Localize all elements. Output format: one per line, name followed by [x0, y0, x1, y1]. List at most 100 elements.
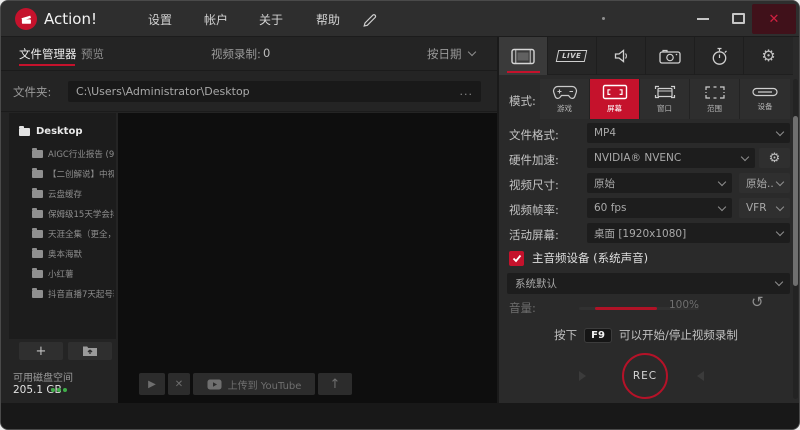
tab-screenshot[interactable]	[646, 37, 695, 75]
video-size-label: 视频尺寸:	[509, 177, 559, 193]
mode-device-button[interactable]: 设备	[740, 79, 790, 119]
mode-window-label: 窗口	[657, 103, 672, 114]
folder-export-icon	[82, 345, 98, 357]
upload-youtube-button[interactable]: 上传到 YouTube	[193, 373, 315, 395]
upload-arrow-icon: ↑	[330, 377, 341, 392]
folder-path-input[interactable]: C:\Users\Administrator\Desktop ...	[68, 81, 481, 102]
volume-label: 音量:	[509, 300, 536, 316]
play-icon: ▶	[148, 379, 156, 390]
tab-video-recording[interactable]	[499, 37, 548, 75]
tree-item-label: 奥本海默	[48, 248, 82, 260]
window-icon	[652, 84, 678, 100]
scrollbar-thumb[interactable]	[793, 116, 798, 286]
tab-audio-recording[interactable]	[597, 37, 646, 75]
mode-screen-button-selected[interactable]: 屏幕	[590, 79, 640, 119]
menu-about[interactable]: 关于	[259, 11, 283, 28]
folder-icon	[32, 250, 43, 258]
titlebar: Action! 设置 帐户 关于 帮助 ✕	[1, 1, 800, 37]
rec-button[interactable]: REC	[622, 353, 668, 399]
tray-dot-icon[interactable]	[602, 17, 605, 20]
setting-row-file-format: 文件格式: MP4	[499, 121, 793, 146]
chevron-down-icon	[718, 202, 726, 210]
folder-path-value: C:\Users\Administrator\Desktop	[76, 85, 250, 98]
tree-item[interactable]: 奥本海默	[32, 248, 114, 260]
disk-space-label: 可用磁盘空间	[13, 369, 73, 384]
pen-icon[interactable]	[361, 10, 378, 31]
video-size-dropdown[interactable]: 原始	[587, 173, 732, 193]
chevron-down-icon	[776, 227, 784, 235]
chevron-down-icon	[775, 278, 783, 286]
folder-tree-panel	[9, 113, 116, 339]
tree-item[interactable]: AIGC行业报告 (9-11)	[32, 148, 114, 160]
add-folder-button[interactable]: +	[19, 342, 63, 360]
file-toolbar: ▶ ✕ 上传到 YouTube ↑	[139, 373, 352, 395]
hw-acceleration-label: 硬件加速:	[509, 152, 559, 168]
mode-region-label: 范围	[707, 103, 722, 114]
tree-item[interactable]: 抖音直播7天起号软件及...	[32, 288, 114, 300]
folder-icon	[32, 270, 43, 278]
file-format-dropdown[interactable]: MP4	[587, 123, 790, 143]
region-icon	[704, 85, 726, 100]
panel-scrollbar[interactable]	[793, 79, 798, 399]
framerate-mode-dropdown[interactable]: VFR	[739, 198, 790, 218]
setting-row-video-size: 视频尺寸: 原始 原始..	[499, 171, 793, 196]
tree-root-desktop[interactable]: Desktop	[19, 126, 83, 137]
folder-icon	[19, 128, 30, 136]
tree-item[interactable]: 小红薯	[32, 268, 114, 280]
audio-device-dropdown[interactable]: 系统默认	[507, 273, 790, 294]
hotkey-key-badge: F9	[584, 328, 612, 343]
live-icon: LIVE	[556, 50, 588, 62]
audio-device-checkbox[interactable]	[509, 251, 524, 266]
sort-by-date-dropdown[interactable]: 按日期	[427, 46, 462, 62]
menu-help[interactable]: 帮助	[316, 11, 340, 28]
play-button[interactable]: ▶	[139, 373, 165, 395]
tree-item-label: 【二创解说】中视频计划冷...	[48, 168, 114, 180]
browse-folder-button[interactable]: ...	[460, 85, 474, 98]
screen-icon	[602, 84, 628, 100]
tab-preview[interactable]: 预览	[81, 46, 104, 62]
close-button[interactable]: ✕	[752, 4, 796, 34]
hotkey-prefix: 按下	[554, 327, 577, 343]
tree-item[interactable]: 【二创解说】中视频计划冷...	[32, 168, 114, 180]
gamepad-icon	[552, 85, 578, 100]
upload-button[interactable]: ↑	[318, 373, 352, 395]
folder-icon	[32, 190, 43, 198]
delete-button[interactable]: ✕	[168, 373, 190, 395]
active-screen-dropdown[interactable]: 桌面 [1920x1080]	[587, 223, 790, 243]
tab-file-manager[interactable]: 文件管理器	[19, 46, 77, 62]
youtube-icon	[207, 379, 222, 390]
volume-reset-button[interactable]: ↺	[751, 293, 764, 311]
chevron-down-icon[interactable]	[468, 48, 476, 56]
video-record-count: 0	[263, 46, 270, 60]
video-size-secondary-dropdown[interactable]: 原始..	[739, 173, 790, 193]
video-size-value: 原始	[594, 176, 615, 191]
tab-benchmark[interactable]	[695, 37, 744, 75]
hw-acceleration-settings-button[interactable]: ⚙	[759, 148, 790, 168]
open-folder-button[interactable]	[68, 342, 112, 360]
framerate-value: 60 fps	[594, 202, 627, 214]
green-dot-icon	[51, 388, 55, 392]
tree-item[interactable]: 天涯全集（更全，但部分...	[32, 228, 114, 240]
chevron-down-icon	[776, 127, 784, 135]
tree-item[interactable]: 保姆级15天学会抖音图...	[32, 208, 114, 220]
menu-account[interactable]: 帐户	[204, 11, 228, 28]
framerate-dropdown[interactable]: 60 fps	[587, 198, 732, 218]
hw-acceleration-dropdown[interactable]: NVIDIA® NVENC	[587, 148, 755, 168]
minimize-button[interactable]	[697, 18, 709, 20]
mode-label: 模式:	[509, 93, 536, 109]
device-icon	[752, 86, 778, 98]
tree-item[interactable]: 云盘缓存	[32, 188, 114, 200]
tab-settings[interactable]: ⚙	[744, 37, 793, 75]
check-icon	[512, 254, 522, 263]
folder-icon	[32, 170, 43, 178]
file-manager-header: 文件管理器 预览 视频录制: 0 按日期	[1, 37, 498, 71]
tab-live-streaming[interactable]: LIVE	[548, 37, 597, 75]
mode-game-button[interactable]: 游戏	[540, 79, 590, 119]
tree-item-label: 保姆级15天学会抖音图...	[48, 208, 114, 220]
file-list-area: ▶ ✕ 上传到 YouTube ↑	[118, 113, 498, 403]
speaker-icon	[613, 48, 629, 64]
menu-settings[interactable]: 设置	[148, 11, 172, 28]
maximize-button[interactable]	[732, 13, 745, 24]
mode-region-button[interactable]: 范围	[690, 79, 740, 119]
mode-window-button[interactable]: 窗口	[640, 79, 690, 119]
